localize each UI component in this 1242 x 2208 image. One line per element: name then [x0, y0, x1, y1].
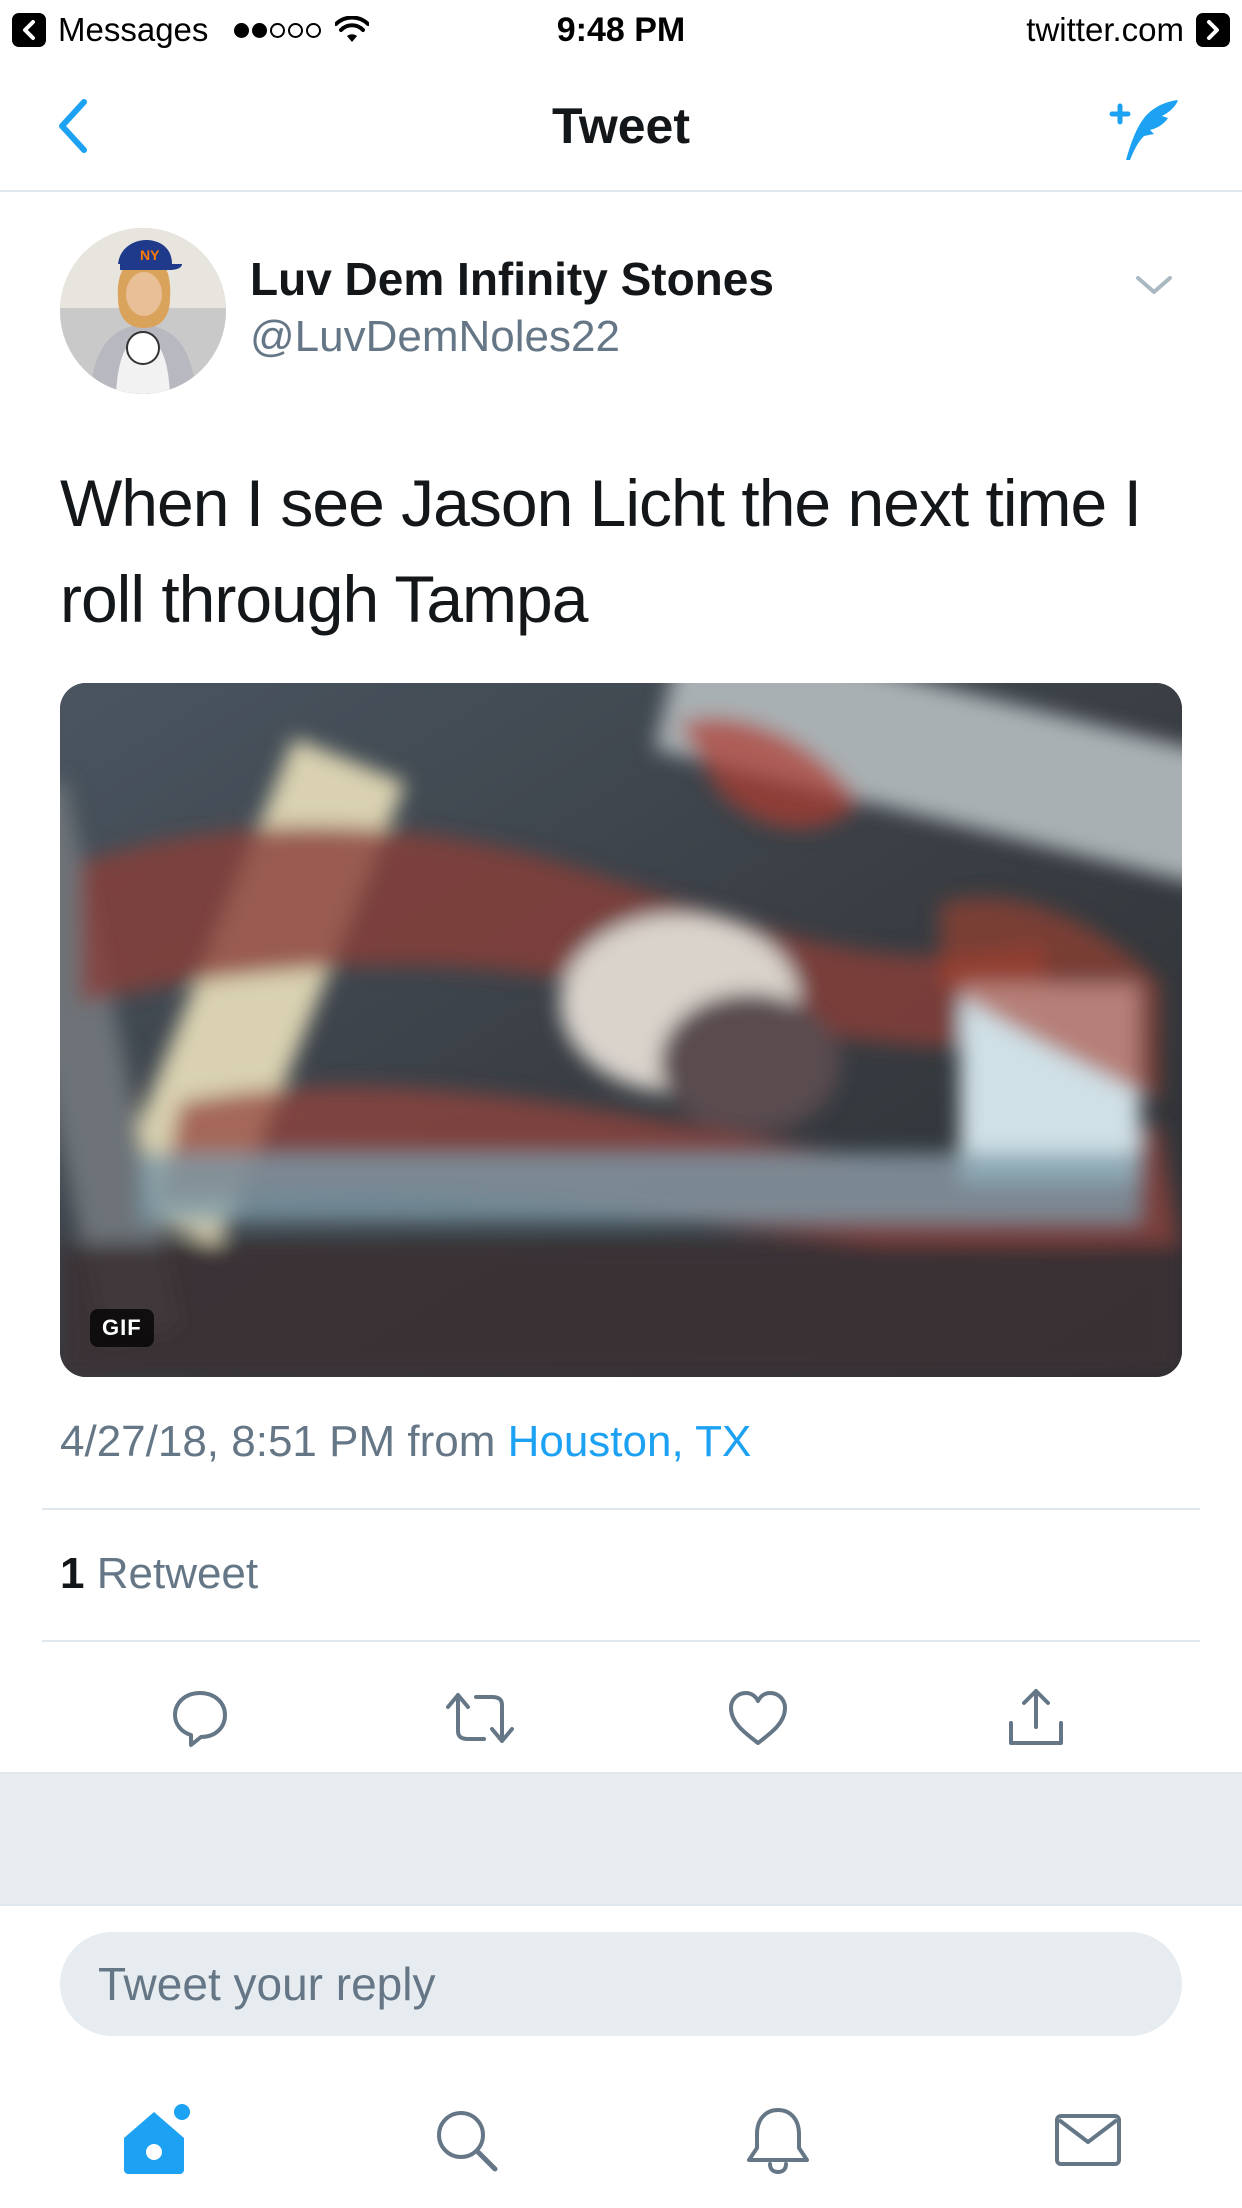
- replies-separator: [0, 1772, 1242, 1906]
- nav-bar: Tweet: [0, 60, 1242, 192]
- forward-to-site[interactable]: twitter.com: [1026, 10, 1230, 50]
- gif-preview-image: [60, 683, 1182, 1377]
- retweet-icon: [446, 1693, 514, 1743]
- tweet-options-button[interactable]: [1134, 270, 1174, 300]
- notifications-icon: [747, 2108, 809, 2175]
- reply-composer[interactable]: [60, 1932, 1182, 2036]
- share-icon: [1009, 1689, 1063, 1745]
- reply-button[interactable]: [164, 1682, 236, 1754]
- tweet-actions: [0, 1660, 1242, 1780]
- tab-bar: [0, 2070, 1242, 2208]
- divider: [42, 1508, 1200, 1510]
- location-link[interactable]: Houston, TX: [508, 1417, 752, 1466]
- chevron-down-icon: [1136, 276, 1172, 294]
- tab-home[interactable]: [116, 2100, 196, 2180]
- forward-site-icon: [1196, 13, 1230, 47]
- messages-icon: [1055, 2114, 1121, 2166]
- share-button[interactable]: [1000, 1682, 1072, 1754]
- tab-search[interactable]: [426, 2100, 506, 2180]
- reply-icon: [173, 1691, 227, 1747]
- divider: [42, 1640, 1200, 1642]
- compose-feather-icon: [1109, 100, 1178, 160]
- status-bar: Messages 9:48 PM twitter.com: [0, 0, 1242, 60]
- tab-messages[interactable]: [1048, 2100, 1128, 2180]
- reply-input[interactable]: [98, 1932, 1138, 2036]
- search-icon: [437, 2111, 498, 2172]
- retweet-stats[interactable]: 1 Retweet: [60, 1546, 258, 1602]
- tweet-timestamp: 4/27/18, 8:51 PM from Houston, TX: [60, 1414, 751, 1470]
- like-button[interactable]: [722, 1682, 794, 1754]
- tab-notifications[interactable]: [738, 2100, 818, 2180]
- author-name[interactable]: Luv Dem Infinity Stones: [250, 252, 774, 306]
- forward-site-label: twitter.com: [1026, 11, 1184, 48]
- compose-tweet-button[interactable]: [1104, 94, 1184, 166]
- page-title: Tweet: [552, 98, 690, 154]
- avatar[interactable]: NY: [60, 228, 226, 394]
- retweet-stats-label: Retweet: [96, 1549, 259, 1598]
- tweet-media-gif[interactable]: GIF: [60, 683, 1182, 1377]
- from-label: from: [407, 1417, 496, 1466]
- timestamp-value: 4/27/18, 8:51 PM: [60, 1417, 396, 1466]
- author-handle[interactable]: @LuvDemNoles22: [250, 310, 620, 364]
- gif-badge: GIF: [90, 1309, 154, 1347]
- home-icon: [124, 2104, 190, 2174]
- like-icon: [729, 1691, 787, 1745]
- tweet-text: When I see Jason Licht the next time I r…: [60, 466, 1142, 636]
- retweet-button[interactable]: [444, 1682, 516, 1754]
- retweet-count: 1: [60, 1549, 85, 1598]
- svg-text:NY: NY: [140, 247, 160, 263]
